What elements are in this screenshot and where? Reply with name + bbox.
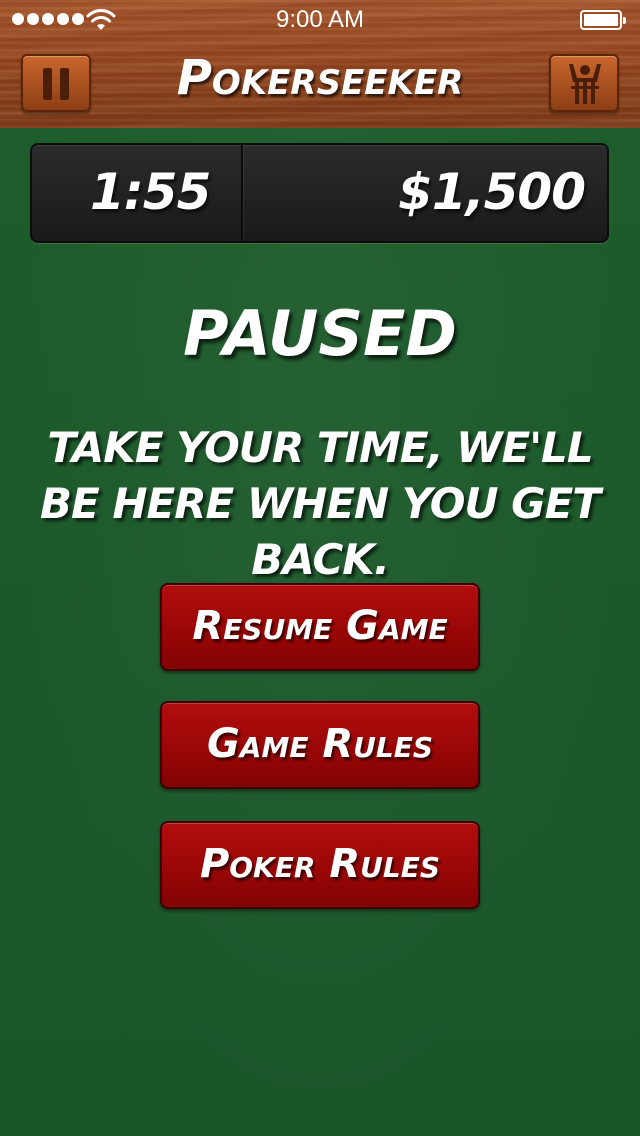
status-time: 9:00 AM [275,6,365,33]
resume-game-button[interactable]: Resume Game [160,583,480,671]
app-title: Pokerseeker [176,50,464,106]
pause-icon [43,68,71,100]
poker-rules-button[interactable]: Poker Rules [160,821,480,909]
scoreboard-divider [241,145,243,241]
pause-button[interactable] [21,54,91,112]
status-bar: 9:00 AM [0,0,640,40]
scoreboard: 1:55 $1,500 [30,143,609,243]
leaderboard-icon [569,64,601,104]
game-timer: 1:55 [90,163,211,221]
app-header: 9:00 AM Pokerseeker [0,0,640,130]
battery-icon [580,10,626,30]
leaderboard-button[interactable] [549,54,619,112]
paused-message: Take your time, we'll be here when you g… [40,423,601,584]
paused-heading: PAUSED [183,297,457,370]
game-rules-button[interactable]: Game Rules [160,701,480,789]
bankroll-amount: $1,500 [398,163,586,221]
